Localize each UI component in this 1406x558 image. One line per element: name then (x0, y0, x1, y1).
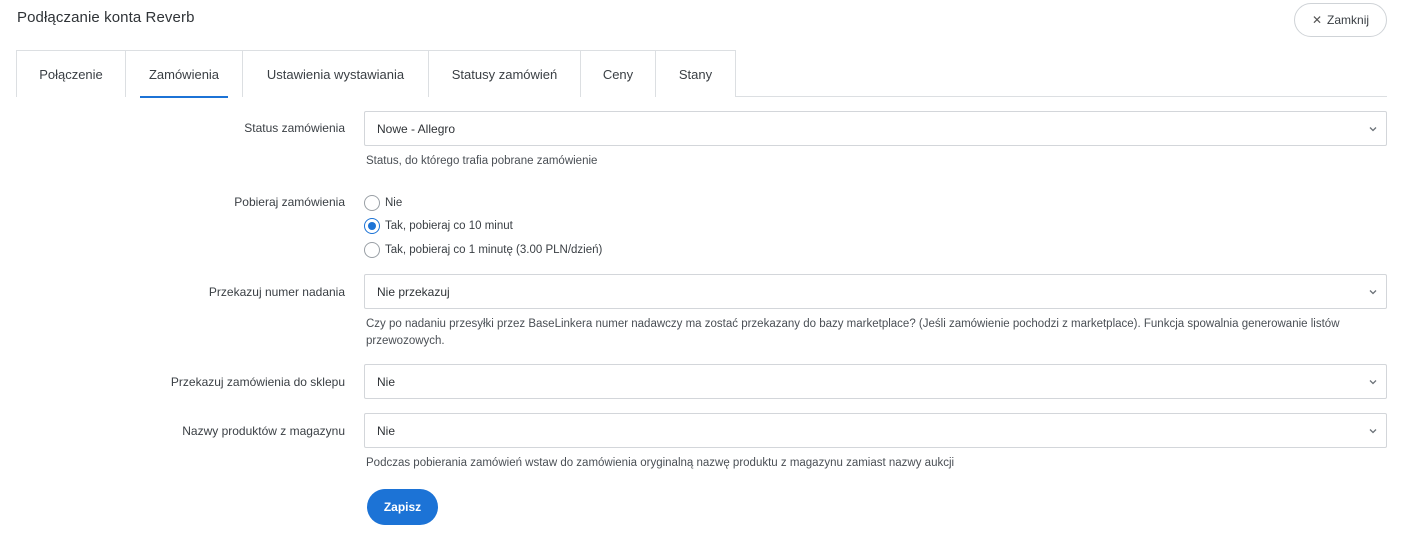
chevron-down-icon (1369, 289, 1377, 294)
pass-to-shop-label: Przekazuj zamówienia do sklepu (170, 375, 345, 389)
tab-label: Stany (678, 66, 713, 82)
warehouse-names-select[interactable]: Nie (364, 413, 1387, 448)
order-status-select[interactable]: Nowe - Allegro (364, 111, 1387, 146)
pass-to-shop-value: Nie (377, 374, 396, 389)
tab-connection[interactable]: Połączenie (17, 51, 126, 97)
warehouse-names-value: Nie (377, 423, 396, 438)
tab-listing-settings[interactable]: Ustawienia wystawiania (243, 51, 429, 97)
connection-dialog: Podłączanie konta Reverb ✕ Zamknij Połąc… (0, 0, 1406, 558)
fetch-orders-option-1min[interactable]: Tak, pobieraj co 1 minutę (3.00 PLN/dzie… (364, 242, 602, 258)
page-title: Podłączanie konta Reverb (17, 9, 195, 26)
radio-button[interactable] (364, 242, 380, 258)
active-tab-indicator (140, 96, 228, 98)
tracking-number-select[interactable]: Nie przekazuj (364, 274, 1387, 309)
warehouse-names-help: Podczas pobierania zamówień wstaw do zam… (366, 457, 955, 469)
order-status-help: Status, do którego trafia pobrane zamówi… (366, 155, 598, 167)
chevron-down-icon (1369, 379, 1377, 384)
tab-order-statuses[interactable]: Statusy zamówień (429, 51, 581, 97)
tab-stock[interactable]: Stany (656, 51, 735, 97)
fetch-orders-label: Pobieraj zamówienia (234, 195, 345, 209)
tab-label: Statusy zamówień (451, 66, 558, 82)
close-icon: ✕ (1311, 13, 1323, 27)
tab-bar: Połączenie Zamówienia Ustawienia wystawi… (16, 50, 1387, 98)
tab-orders[interactable]: Zamówienia (126, 51, 243, 98)
radio-button[interactable] (364, 195, 380, 211)
warehouse-names-label: Nazwy produktów z magazynu (182, 424, 345, 438)
tab-label: Połączenie (39, 66, 103, 82)
radio-label: Tak, pobieraj co 1 minutę (3.00 PLN/dzie… (385, 244, 603, 256)
order-status-label: Status zamówienia (244, 121, 345, 135)
close-button[interactable]: ✕ Zamknij (1294, 3, 1387, 37)
tracking-number-value: Nie przekazuj (377, 284, 450, 299)
tab-label: Zamówienia (148, 66, 220, 82)
pass-to-shop-select[interactable]: Nie (364, 364, 1387, 399)
order-status-value: Nowe - Allegro (377, 121, 456, 136)
fetch-orders-option-10min[interactable]: Tak, pobieraj co 10 minut (364, 218, 513, 234)
radio-label: Nie (385, 197, 403, 209)
fetch-orders-option-no[interactable]: Nie (364, 195, 402, 211)
chevron-down-icon (1369, 126, 1377, 131)
close-button-label: Zamknij (1327, 13, 1370, 27)
radio-button[interactable] (364, 218, 380, 234)
tracking-number-label: Przekazuj numer nadania (208, 285, 345, 299)
tab-label: Ceny (602, 66, 634, 82)
save-button[interactable]: Zapisz (367, 489, 438, 525)
tab-prices[interactable]: Ceny (581, 51, 656, 97)
radio-label: Tak, pobieraj co 10 minut (385, 220, 513, 232)
tab-label: Ustawienia wystawiania (266, 66, 405, 82)
chevron-down-icon (1369, 428, 1377, 433)
tracking-number-help: Czy po nadaniu przesyłki przez BaseLinke… (366, 318, 1340, 347)
